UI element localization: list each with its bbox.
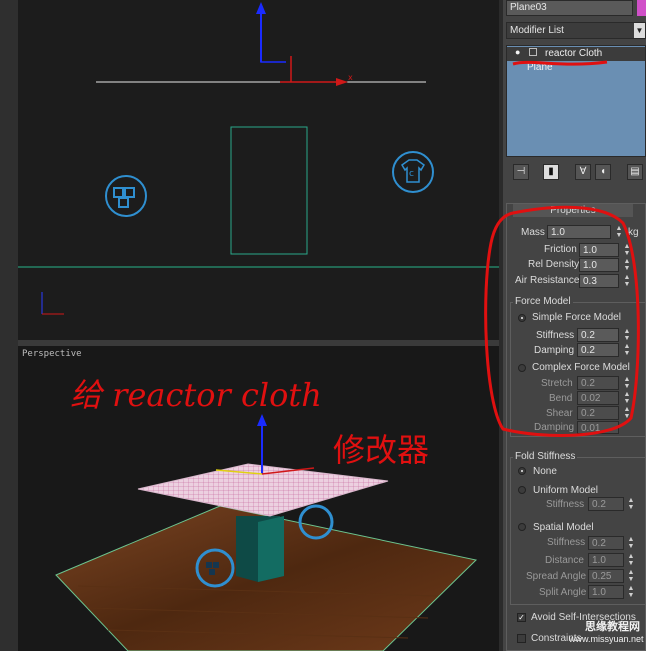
fold-stiffness-title: Fold Stiffness [513, 451, 578, 462]
gizmo-x-arrow [336, 78, 348, 86]
watermark-cn: 思缘教程网 [585, 621, 640, 633]
fold-none-label: None [533, 466, 557, 477]
distance-spinner[interactable]: ▲ ▼ [627, 553, 635, 567]
make-unique-button[interactable]: ∀ [575, 164, 591, 180]
spatial-stiffness-field[interactable]: 0.2 [588, 536, 624, 550]
perspective-viewport-canvas: 给 reactor cloth 修改器 [55, 376, 478, 651]
uniform-stiffness-label: Stiffness [546, 499, 585, 510]
spread-angle-field[interactable]: 0.25 [588, 569, 624, 583]
box-object-outline [230, 126, 308, 255]
distance-label: Distance [545, 555, 584, 566]
modifier-list-dropdown[interactable]: Modifier List ▼ [506, 22, 646, 39]
annotation-line2: 修改器 [333, 431, 429, 469]
red-underline-annotation [512, 60, 608, 66]
uniform-stiffness-field[interactable]: 0.2 [588, 497, 624, 511]
constraints-checkbox[interactable] [517, 634, 526, 643]
split-angle-label: Split Angle [539, 587, 587, 598]
pin-stack-button[interactable]: ⊣ [513, 164, 529, 180]
chevron-down-icon[interactable]: ▼ [634, 23, 645, 38]
perspective-viewport[interactable]: Perspective 给 reactor cloth 修改器 [18, 346, 499, 651]
red-circle-annotation [484, 205, 640, 437]
show-end-result-button[interactable]: ▮ [543, 164, 559, 180]
command-panel: Plane03 Modifier List ▼ ● reactor Cloth … [484, 0, 646, 651]
gizmo-x-label: x [348, 73, 353, 82]
viewport-label[interactable]: Perspective [22, 349, 82, 359]
spread-angle-spinner[interactable]: ▲ ▼ [627, 569, 635, 583]
front-viewport[interactable]: x c [18, 0, 499, 340]
avoid-self-intersections-checkbox[interactable]: ✓ [517, 613, 526, 622]
annotation-line1: 给 reactor cloth [70, 376, 322, 414]
uniform-model-radio[interactable] [518, 486, 526, 494]
expand-icon[interactable] [529, 48, 537, 56]
gizmo-y-arrow [256, 2, 266, 14]
cloth-collection-icon-letter: c [409, 169, 414, 179]
remove-modifier-button[interactable]: ◖ [595, 164, 611, 180]
front-viewport-canvas: x c [18, 2, 499, 315]
viewport-left-gutter [0, 0, 18, 651]
uniform-model-label: Uniform Model [533, 485, 599, 496]
modifier-stack[interactable]: ● reactor Cloth Plane [506, 45, 646, 157]
spatial-stiffness-label: Stiffness [547, 537, 586, 548]
object-color-swatch[interactable] [637, 0, 646, 16]
distance-field[interactable]: 1.0 [588, 553, 624, 567]
spatial-stiffness-spinner[interactable]: ▲ ▼ [627, 536, 635, 550]
uniform-stiffness-spinner[interactable]: ▲ ▼ [627, 497, 635, 511]
object-name-field[interactable]: Plane03 [506, 0, 633, 16]
configure-sets-button[interactable]: ▤ [627, 164, 643, 180]
spread-angle-label: Spread Angle [526, 571, 587, 582]
fold-none-radio[interactable] [518, 467, 526, 475]
watermark-url: www.missyuan.net [569, 634, 644, 644]
spatial-model-radio[interactable] [518, 523, 526, 531]
modifier-list-label: Modifier List [510, 25, 564, 36]
spatial-model-label: Spatial Model [533, 522, 594, 533]
gizmo-plane-corner [260, 50, 286, 63]
split-angle-field[interactable]: 1.0 [588, 585, 624, 599]
split-angle-spinner[interactable]: ▲ ▼ [627, 585, 635, 599]
